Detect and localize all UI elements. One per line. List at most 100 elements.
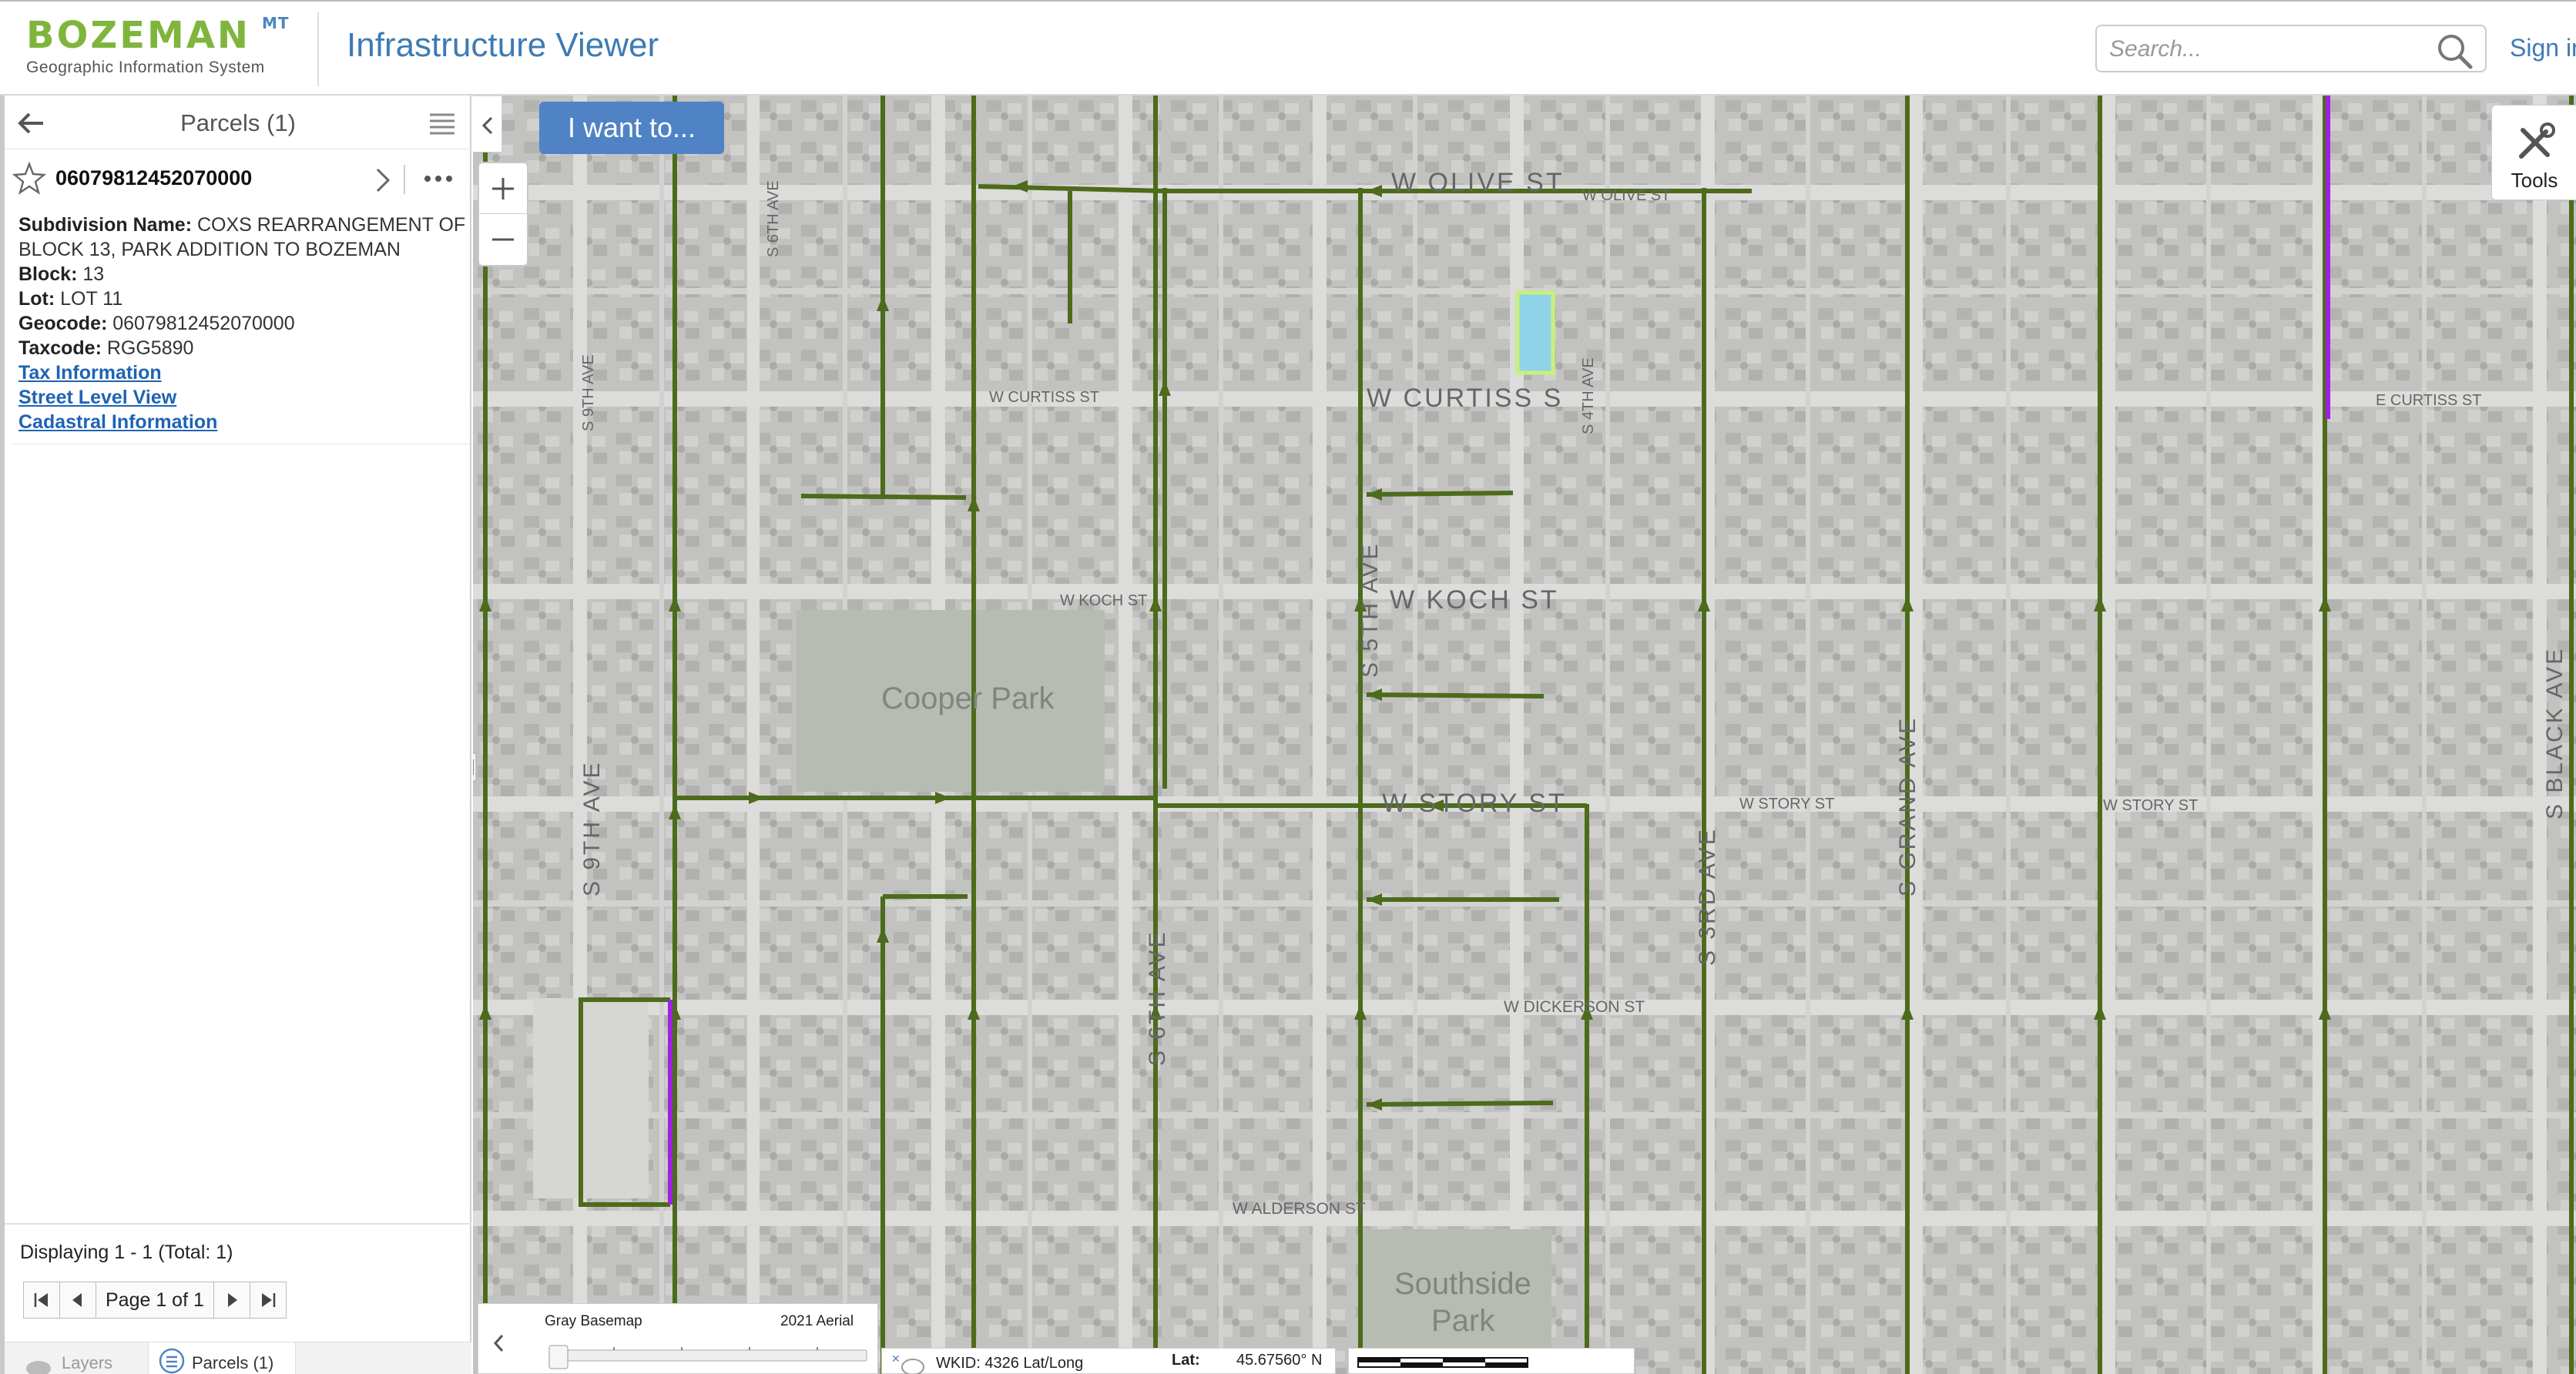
label-southside-park-2: Park — [1431, 1304, 1495, 1338]
coordinate-system-icon[interactable]: ✕ — [890, 1352, 925, 1374]
map-basemap — [473, 96, 2576, 1374]
geocode-label: Geocode: — [18, 313, 108, 334]
chevron-left-icon — [493, 1334, 504, 1352]
logo-text: BOZEMAN — [26, 14, 251, 57]
bottom-tabs: Layers Parcels (1) — [5, 1342, 471, 1374]
map-canvas[interactable]: W OLIVE ST W OLIVE ST W CURTISS ST W CUR… — [473, 96, 2576, 1374]
zoom-out-button[interactable] — [479, 214, 527, 265]
geocode-value: 06079812452070000 — [112, 313, 295, 334]
app-title: Infrastructure Viewer — [347, 26, 659, 64]
label-s-black-ave: S BLACK AVE — [2542, 647, 2568, 819]
chevron-right-icon[interactable] — [371, 165, 394, 196]
scale-bar-graphic — [1357, 1357, 1528, 1368]
block-value: 13 — [82, 263, 105, 285]
list-icon — [159, 1348, 185, 1374]
detail-block: Block: 13 — [18, 262, 468, 287]
first-page-button[interactable] — [23, 1282, 60, 1319]
basemap-slider[interactable] — [545, 1339, 871, 1370]
basemap-gray-label[interactable]: Gray Basemap — [545, 1313, 642, 1330]
slider-handle[interactable] — [548, 1345, 569, 1369]
tools-button[interactable]: Tools — [2491, 105, 2576, 200]
map-view[interactable]: W OLIVE ST W OLIVE ST W CURTISS ST W CUR… — [473, 96, 2576, 1374]
layers-icon — [26, 1361, 51, 1374]
i-want-to-button[interactable]: I want to... — [539, 102, 724, 154]
detail-lot: Lot: LOT 11 — [18, 287, 468, 311]
sign-in-link[interactable]: Sign in — [2510, 34, 2576, 62]
tab-layers-label: Layers — [62, 1353, 113, 1372]
latitude-label: Lat: — [1172, 1352, 1200, 1369]
label-s-grand-ave: S GRAND AVE — [1895, 716, 1920, 896]
search-icon[interactable] — [2436, 32, 2474, 71]
detail-subdivision: Subdivision Name: COXS REARRANGEMENT OF … — [18, 213, 468, 262]
label-s-4th-ave: S 4TH AVE — [1580, 357, 1597, 434]
label-w-story: W STORY ST — [1382, 789, 1567, 818]
panel-footer: Displaying 1 - 1 (Total: 1) Page 1 of 1 … — [5, 1223, 471, 1374]
coordinate-wkid[interactable]: WKID: 4326 Lat/Long — [936, 1355, 1083, 1372]
label-s-6th-ave-2: S 6TH AVE — [1145, 930, 1170, 1066]
page-label: Page 1 of 1 — [106, 1289, 204, 1311]
record-row[interactable]: 06079812452070000 — [5, 157, 471, 203]
header-divider — [317, 12, 319, 86]
next-page-button[interactable] — [213, 1282, 250, 1319]
label-w-alderson: W ALDERSON ST — [1233, 1200, 1366, 1218]
logo-superscript: MT — [262, 14, 290, 32]
row-separator — [404, 165, 405, 194]
collapse-panel-button[interactable] — [473, 96, 502, 152]
minus-icon — [492, 238, 514, 241]
zoom-in-button[interactable] — [479, 163, 527, 214]
label-w-curtiss: W CURTISS S — [1367, 384, 1563, 413]
panel-resize-handle[interactable] — [473, 752, 478, 783]
label-s-9th-ave: S 9TH AVE — [580, 354, 597, 431]
label-w-dickerson: W DICKERSON ST — [1504, 998, 1645, 1016]
zoom-control — [478, 162, 528, 266]
logo-subtitle: Geographic Information System — [26, 59, 265, 76]
tab-parcels[interactable]: Parcels (1) — [148, 1342, 296, 1374]
label-s-9th-ave-2: S 9TH AVE — [579, 760, 605, 896]
basemap-aerial-label[interactable]: 2021 Aerial — [780, 1313, 854, 1330]
last-page-button[interactable] — [249, 1282, 287, 1319]
taxcode-label: Taxcode: — [18, 337, 102, 359]
panel-title: Parcels (1) — [180, 109, 296, 136]
parcel-details: Subdivision Name: COXS REARRANGEMENT OF … — [18, 213, 468, 434]
tools-icon — [2519, 122, 2555, 159]
tab-layers[interactable]: Layers — [5, 1342, 143, 1374]
label-s-6th-ave: S 6TH AVE — [765, 180, 782, 257]
results-count: Displaying 1 - 1 (Total: 1) — [20, 1242, 233, 1263]
label-w-koch: W KOCH ST — [1390, 585, 1559, 615]
record-id[interactable]: 06079812452070000 — [55, 166, 252, 190]
detail-geocode: Geocode: 06079812452070000 — [18, 311, 468, 336]
basemap-switcher: Gray Basemap 2021 Aerial — [478, 1303, 878, 1374]
label-e-curtiss: E CURTISS ST — [2376, 392, 2481, 409]
coordinate-readout: ✕ WKID: 4326 Lat/Long Lat: 45.67560° N — [881, 1348, 1336, 1374]
tab-parcels-label: Parcels (1) — [192, 1353, 274, 1372]
svg-text:✕: ✕ — [891, 1352, 901, 1365]
star-icon[interactable] — [12, 161, 47, 196]
bozeman-logo[interactable]: BOZEMAN MT Geographic Information System — [26, 14, 304, 83]
scale-bar — [1348, 1348, 1635, 1374]
basemap-collapse-button[interactable] — [478, 1304, 522, 1374]
street-level-view-link[interactable]: Street Level View — [18, 385, 468, 410]
list-menu-icon[interactable] — [427, 111, 458, 137]
tax-information-link[interactable]: Tax Information — [18, 360, 468, 385]
label-s-5th-ave: S 5TH AVE — [1357, 541, 1383, 678]
label-w-olive: W OLIVE ST — [1391, 168, 1565, 197]
subdivision-label: Subdivision Name: — [18, 214, 193, 236]
taxcode-value: RGG5890 — [106, 337, 194, 359]
cadastral-information-link[interactable]: Cadastral Information — [18, 410, 468, 434]
pager: Page 1 of 1 — [23, 1282, 287, 1319]
school-lot — [533, 998, 649, 1198]
label-southside-park-1: Southside — [1394, 1267, 1531, 1301]
more-options-icon[interactable] — [419, 163, 458, 194]
lot-label: Lot: — [18, 288, 55, 310]
panel-header: Parcels (1) — [5, 96, 471, 149]
app-header: BOZEMAN MT Geographic Information System… — [0, 0, 2576, 96]
search-box[interactable] — [2095, 25, 2487, 72]
block-label: Block: — [18, 263, 78, 285]
search-input[interactable] — [2109, 34, 2417, 65]
previous-page-button[interactable] — [59, 1282, 96, 1319]
label-w-olive-small: W OLIVE ST — [1582, 187, 1670, 204]
chevron-left-icon — [481, 116, 493, 135]
label-w-curtiss-small: W CURTISS ST — [989, 389, 1099, 406]
selected-parcel-highlight[interactable] — [1515, 290, 1555, 375]
tools-label: Tools — [2511, 169, 2558, 192]
